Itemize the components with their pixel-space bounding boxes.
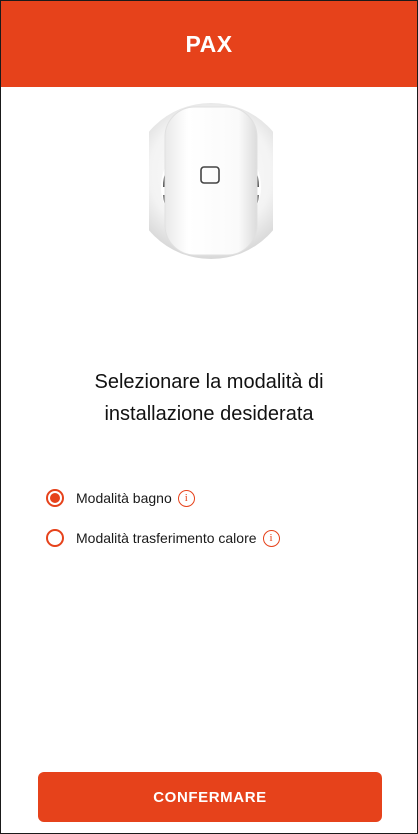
app-header: PAX [1, 1, 417, 87]
info-icon[interactable]: i [177, 489, 195, 507]
fan-unit-illustration [131, 103, 291, 259]
confirm-button[interactable]: CONFERMARE [38, 772, 382, 822]
info-icon[interactable]: i [262, 529, 280, 547]
title-line-2: installazione desiderata [104, 403, 314, 425]
option-heat-transfer-mode[interactable]: Modalità trasferimento calore i [46, 525, 280, 551]
radio-bathroom-mode[interactable] [46, 489, 64, 507]
page-title: Selezionare la modalità di installazione… [1, 366, 417, 430]
app-screen: PAX Selezionare la modalità di installaz… [0, 0, 418, 834]
option-bathroom-mode[interactable]: Modalità bagno i [46, 485, 280, 511]
title-line-1: Selezionare la modalità di [94, 371, 324, 393]
product-image [131, 99, 291, 299]
option-label: Modalità bagno [76, 490, 172, 506]
pax-logo: PAX [185, 30, 233, 57]
installation-mode-options: Modalità bagno i Modalità trasferimento … [46, 485, 280, 565]
radio-selected-dot [50, 493, 60, 503]
radio-heat-transfer-mode[interactable] [46, 529, 64, 547]
option-label: Modalità trasferimento calore [76, 530, 257, 546]
